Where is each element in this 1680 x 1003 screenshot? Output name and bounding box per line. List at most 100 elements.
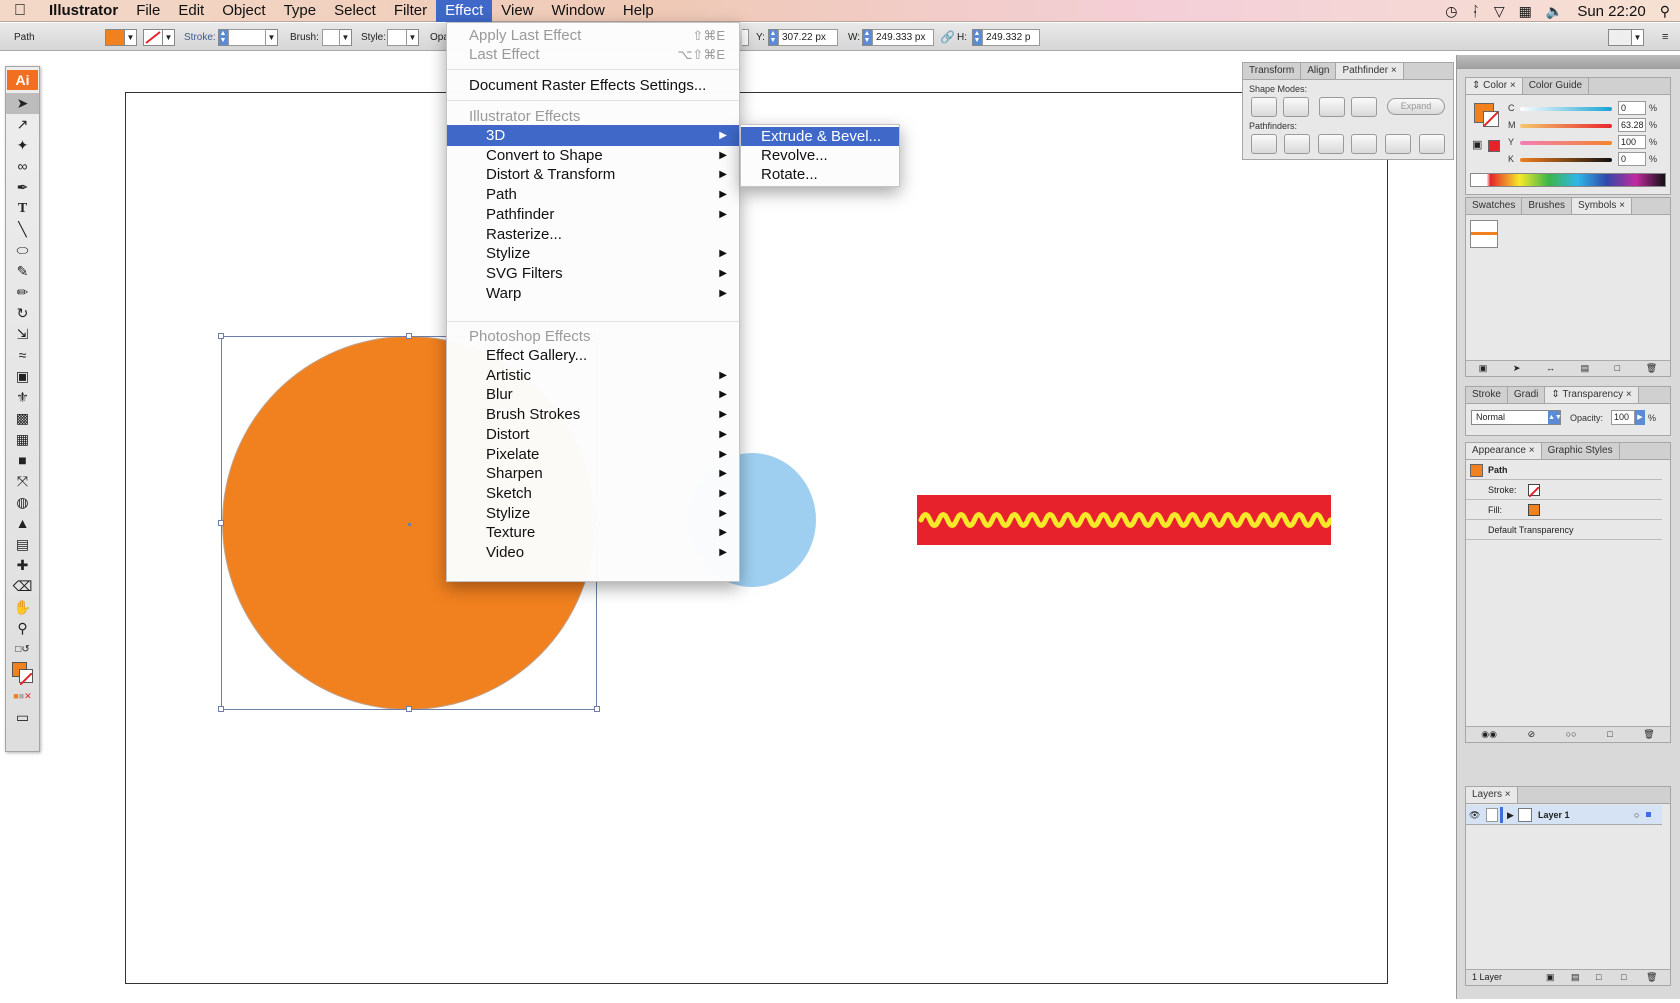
fill-swatch[interactable] bbox=[105, 28, 125, 46]
target-icon[interactable]: ○ bbox=[1634, 805, 1639, 825]
menu-warp[interactable]: Warp ▶ bbox=[447, 283, 739, 304]
ellipse-tool-icon[interactable]: ⬭ bbox=[6, 240, 39, 261]
clear-appearance-icon[interactable]: ⊘ bbox=[1528, 727, 1536, 742]
y-slider[interactable] bbox=[1520, 141, 1612, 145]
stroke-color-swatch[interactable] bbox=[1483, 111, 1499, 127]
menu-pathfinder[interactable]: Pathfinder ▶ bbox=[447, 204, 739, 225]
y-value[interactable]: 100 bbox=[1618, 135, 1646, 149]
delete-layer-icon[interactable]: 🗑 bbox=[1646, 970, 1657, 985]
tab-transform[interactable]: Transform bbox=[1243, 63, 1302, 79]
break-link-icon[interactable]: ↔ bbox=[1546, 361, 1555, 376]
tab-brushes[interactable]: Brushes bbox=[1522, 198, 1573, 214]
menu-edit[interactable]: Edit bbox=[169, 0, 213, 22]
menu-last-effect[interactable]: Last Effect ⌥⇧⌘E bbox=[447, 44, 739, 65]
menu-rasterize[interactable]: Rasterize... bbox=[447, 224, 739, 245]
menu-svg-filters[interactable]: SVG Filters ▶ bbox=[447, 263, 739, 284]
tab-swatches[interactable]: Swatches bbox=[1466, 198, 1523, 214]
volume-icon[interactable]: 🔈 bbox=[1546, 3, 1563, 20]
menu-ps-stylize[interactable]: Stylize ▶ bbox=[447, 503, 739, 524]
layer-row[interactable]: 👁 ▶ Layer 1 ○ bbox=[1466, 805, 1662, 825]
appearance-path-row[interactable]: Path bbox=[1466, 461, 1662, 480]
menu-rotate[interactable]: Rotate... bbox=[741, 165, 899, 184]
style-dropdown-icon[interactable]: ▼ bbox=[407, 28, 419, 46]
h-field[interactable]: 249.332 p bbox=[982, 28, 1040, 46]
stroke-label[interactable]: Stroke: bbox=[184, 28, 216, 46]
new-layer-icon[interactable]: □ bbox=[1621, 970, 1626, 985]
m-value[interactable]: 63.28 bbox=[1618, 118, 1646, 132]
app-menu[interactable]: Illustrator bbox=[40, 0, 127, 22]
symbol-thumbnail[interactable] bbox=[1470, 220, 1498, 248]
scale-tool-icon[interactable]: ⇲ bbox=[6, 324, 39, 345]
divide-icon[interactable] bbox=[1251, 134, 1277, 154]
toggle-view-icon[interactable]: ◉◉ bbox=[1481, 727, 1497, 742]
dock-header[interactable] bbox=[1457, 55, 1680, 69]
magic-wand-tool-icon[interactable]: ✦ bbox=[6, 135, 39, 156]
live-paint-tool-icon[interactable]: ▲ bbox=[6, 513, 39, 534]
new-sublayer-icon[interactable]: □ bbox=[1596, 970, 1601, 985]
fill-dropdown-icon[interactable]: ▼ bbox=[125, 28, 137, 46]
crop-area-tool-icon[interactable]: ✚ bbox=[6, 555, 39, 576]
tab-layers[interactable]: Layers × bbox=[1466, 787, 1518, 803]
handle-left[interactable] bbox=[218, 520, 224, 526]
stroke-weight-spinner[interactable]: ▲ ▼ bbox=[218, 28, 228, 46]
crop-icon[interactable] bbox=[1351, 134, 1377, 154]
menu-select[interactable]: Select bbox=[325, 0, 385, 22]
menu-convert-to-shape[interactable]: Convert to Shape ▶ bbox=[447, 145, 739, 166]
zoom-tool-icon[interactable]: ⚲ bbox=[6, 618, 39, 639]
menu-object[interactable]: Object bbox=[213, 0, 274, 22]
gamut-swatch[interactable] bbox=[1488, 140, 1500, 152]
place-symbol-icon[interactable]: ➤ bbox=[1513, 361, 1521, 376]
menu-help[interactable]: Help bbox=[614, 0, 663, 22]
menu-ps-sketch[interactable]: Sketch ▶ bbox=[447, 483, 739, 504]
symbol-library-icon[interactable]: ▣ bbox=[1479, 361, 1488, 376]
menu-type[interactable]: Type bbox=[275, 0, 326, 22]
blend-dropdown-icon[interactable]: ▲▼ bbox=[1548, 411, 1562, 424]
default-colors-icon[interactable]: □↺ bbox=[6, 639, 39, 660]
tab-align[interactable]: Align bbox=[1301, 63, 1337, 79]
paintbrush-tool-icon[interactable]: ✎ bbox=[6, 261, 39, 282]
brush-field[interactable] bbox=[322, 28, 340, 46]
tab-transparency[interactable]: ⇕ Transparency × bbox=[1545, 387, 1639, 403]
close-icon[interactable]: × bbox=[1391, 65, 1397, 76]
default-transparency-row[interactable]: Default Transparency bbox=[1466, 521, 1662, 540]
graph-tool-icon[interactable]: ▩ bbox=[6, 408, 39, 429]
control-bar-menu-icon[interactable]: ≡ bbox=[1662, 28, 1668, 46]
blend-mode-select[interactable]: Normal ▲▼ bbox=[1471, 410, 1562, 425]
warp-tool-icon[interactable]: ≈ bbox=[6, 345, 39, 366]
appearance-fill-row[interactable]: Fill: bbox=[1466, 501, 1662, 520]
merge-icon[interactable] bbox=[1318, 134, 1344, 154]
handle-top-left[interactable] bbox=[218, 333, 224, 339]
flag-icon[interactable]: ▦ bbox=[1519, 3, 1532, 20]
clipping-mask-icon[interactable]: ▤ bbox=[1571, 970, 1580, 985]
opacity-value[interactable]: 100 bbox=[1611, 410, 1635, 425]
brush-dropdown-icon[interactable]: ▼ bbox=[340, 28, 352, 46]
menu-ps-sharpen[interactable]: Sharpen ▶ bbox=[447, 463, 739, 484]
mesh-tool-icon[interactable]: ▦ bbox=[6, 429, 39, 450]
tab-pathfinder[interactable]: Pathfinder × bbox=[1336, 63, 1404, 79]
menu-apply-last-effect[interactable]: Apply Last Effect ⇧⌘E bbox=[447, 25, 739, 46]
layer-name[interactable]: Layer 1 bbox=[1538, 805, 1570, 825]
menu-revolve[interactable]: Revolve... bbox=[741, 146, 899, 165]
type-tool-icon[interactable]: T bbox=[6, 198, 39, 219]
handle-bottom[interactable] bbox=[406, 706, 412, 712]
menu-ps-texture[interactable]: Texture ▶ bbox=[447, 522, 739, 543]
menu-effect[interactable]: Effect bbox=[436, 0, 493, 22]
tab-appearance[interactable]: Appearance × bbox=[1466, 443, 1542, 459]
handle-bottom-left[interactable] bbox=[218, 706, 224, 712]
menu-ps-artistic[interactable]: Artistic ▶ bbox=[447, 365, 739, 386]
stroke-swatch[interactable] bbox=[143, 28, 163, 46]
appearance-stroke-row[interactable]: Stroke: bbox=[1466, 481, 1662, 500]
menu-file[interactable]: File bbox=[127, 0, 169, 22]
y-field[interactable]: 307.22 px bbox=[778, 28, 838, 46]
gradient-tool-icon[interactable]: ■ bbox=[6, 450, 39, 471]
h-spinner[interactable]: ▲ ▼ bbox=[972, 28, 982, 46]
trash-icon[interactable]: 🗑 bbox=[1646, 361, 1657, 376]
fill-swatch-small[interactable] bbox=[1528, 504, 1540, 516]
rotate-tool-icon[interactable]: ↻ bbox=[6, 303, 39, 324]
lasso-tool-icon[interactable]: ∞ bbox=[6, 156, 39, 177]
expand-layer-icon[interactable]: ▶ bbox=[1507, 805, 1514, 825]
symbol-options-icon[interactable]: ▤ bbox=[1581, 361, 1590, 376]
menu-ps-brush-strokes[interactable]: Brush Strokes ▶ bbox=[447, 404, 739, 425]
menu-filter[interactable]: Filter bbox=[385, 0, 436, 22]
stroke-weight-field[interactable] bbox=[228, 28, 266, 46]
